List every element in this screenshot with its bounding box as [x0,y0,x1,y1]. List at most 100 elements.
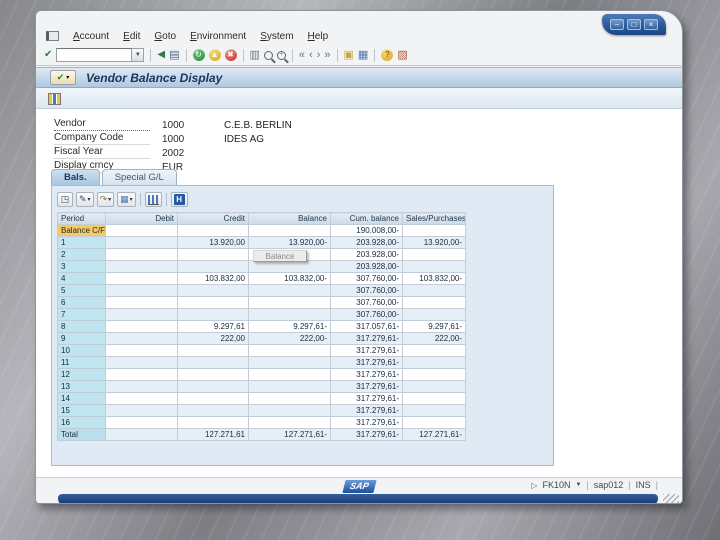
cell-credit[interactable] [177,260,249,273]
cell-sales-purchases[interactable]: 13.920,00- [402,236,466,249]
choose-layout-icon[interactable]: ▦ ▾ [117,192,136,207]
cell-credit[interactable]: 103.832,00 [177,272,249,285]
table-row[interactable]: 11 317.279,61- [57,356,466,369]
cell-balance[interactable] [248,380,331,393]
tab-bals-[interactable]: Bals. [51,169,100,185]
column-header-period[interactable]: Period [57,212,106,225]
word-processing-icon[interactable]: H [170,192,188,207]
cell-debit[interactable] [105,248,178,261]
cell-sales-purchases[interactable] [402,380,466,393]
column-header-balance[interactable]: Balance [248,212,331,225]
cell-debit[interactable] [105,356,178,369]
cell-balance[interactable] [248,224,331,237]
next-page-icon[interactable]: › [317,49,321,61]
cell-balance[interactable]: 222,00- [248,332,331,345]
cell-sales-purchases[interactable] [402,308,466,321]
menu-item-account[interactable]: Account [73,31,109,42]
details-icon[interactable]: ◳ [57,192,73,207]
save-icon[interactable]: ▤ [169,49,179,61]
cell-sales-purchases[interactable]: 127.271,61- [402,428,466,441]
column-header-credit[interactable]: Credit [177,212,249,225]
sort-icon[interactable]: ✎ ▾ [76,192,94,207]
cell-sales-purchases[interactable] [402,392,466,405]
cell-cum-balance[interactable]: 203.928,00- [330,236,403,249]
cell-period[interactable]: Balance C/F [57,224,106,237]
cell-balance[interactable] [248,392,331,405]
cell-debit[interactable] [105,320,178,333]
cell-debit[interactable] [105,272,178,285]
cell-sales-purchases[interactable] [402,224,466,237]
table-row[interactable]: 1 13.920,00 13.920,00- 203.928,00- 13.920,00… [57,236,466,249]
customize-layout-icon[interactable]: ▨ [397,49,407,61]
bar-chart-icon[interactable] [144,192,162,207]
cell-sales-purchases[interactable] [402,296,466,309]
create-shortcut-icon[interactable]: ▦ [358,49,368,61]
cell-debit[interactable] [105,428,178,441]
cell-cum-balance[interactable]: 317.057,61- [330,320,403,333]
cell-credit[interactable] [177,284,249,297]
transaction-code[interactable]: FK10N [542,480,570,490]
find-next-icon[interactable]: + [276,50,286,60]
cell-balance[interactable] [248,308,331,321]
cell-sales-purchases[interactable]: 222,00- [402,332,466,345]
cell-cum-balance[interactable]: 307.760,00- [330,308,403,321]
cell-sales-purchases[interactable] [402,356,466,369]
cell-period[interactable]: 9 [57,332,106,345]
table-row[interactable]: 15 317.279,61- [57,404,466,417]
tab-special-g-l[interactable]: Special G/L [101,169,177,185]
cell-period[interactable]: 10 [57,344,106,357]
cell-sales-purchases[interactable] [402,416,466,429]
cell-debit[interactable] [105,284,178,297]
cell-credit[interactable] [177,392,249,405]
cell-sales-purchases[interactable] [402,368,466,381]
cell-balance[interactable]: 13.920,00- [248,236,331,249]
cell-cum-balance[interactable]: 317.279,61- [330,428,403,441]
cell-debit[interactable] [105,380,178,393]
cell-cum-balance[interactable]: 203.928,00- [330,248,403,261]
back-icon[interactable]: ◀ [157,49,165,61]
table-row[interactable]: Total 127.271,61 127.271,61- 317.279,61- 127… [57,428,466,441]
cell-credit[interactable]: 222,00 [177,332,249,345]
table-row[interactable]: 6 307.760,00- [57,296,466,309]
column-header-cum-balance[interactable]: Cum. balance [330,212,403,225]
previous-page-icon[interactable]: ‹ [309,49,313,61]
cell-debit[interactable] [105,404,178,417]
table-row[interactable]: 4 103.832,00 103.832,00- 307.760,00- 103.832… [57,272,466,285]
cell-period[interactable]: 12 [57,368,106,381]
cell-balance[interactable]: 103.832,00- [248,272,331,285]
maximize-button[interactable]: □ [627,19,641,30]
cell-debit[interactable] [105,308,178,321]
cell-credit[interactable]: 13.920,00 [177,236,249,249]
menu-item-system[interactable]: System [260,31,293,42]
cell-period[interactable]: 5 [57,284,106,297]
cell-credit[interactable] [177,416,249,429]
cell-balance[interactable]: 127.271,61- [248,428,331,441]
chevron-down-icon[interactable]: ▼ [575,482,581,488]
cell-credit[interactable] [177,356,249,369]
cell-cum-balance[interactable]: 190.008,00- [330,224,403,237]
cell-sales-purchases[interactable]: 9.297,61- [402,320,466,333]
screen-menu-button[interactable]: ✔ ▾ [50,70,76,85]
cell-period[interactable]: 15 [57,404,106,417]
cell-balance[interactable] [248,416,331,429]
cell-credit[interactable]: 9.297,61 [177,320,249,333]
cell-period[interactable]: 1 [57,236,106,249]
cell-cum-balance[interactable]: 317.279,61- [330,332,403,345]
cell-sales-purchases[interactable] [402,284,466,297]
exit-icon[interactable]: ▲ [208,49,221,61]
cell-period[interactable]: 6 [57,296,106,309]
cell-balance[interactable]: 9.297,61- [248,320,331,333]
cell-balance[interactable] [248,368,331,381]
table-row[interactable]: 16 317.279,61- [57,416,466,429]
menu-item-help[interactable]: Help [308,31,329,42]
cell-cum-balance[interactable]: 317.279,61- [330,416,403,429]
cell-sales-purchases[interactable] [402,344,466,357]
table-row[interactable]: 14 317.279,61- [57,392,466,405]
cell-cum-balance[interactable]: 203.928,00- [330,260,403,273]
resize-grip[interactable] [663,494,679,503]
print-icon[interactable]: ▥ [250,49,260,61]
cell-credit[interactable] [177,380,249,393]
command-input[interactable] [56,48,133,62]
cell-credit[interactable] [177,296,249,309]
new-session-icon[interactable]: ▣ [344,49,354,61]
